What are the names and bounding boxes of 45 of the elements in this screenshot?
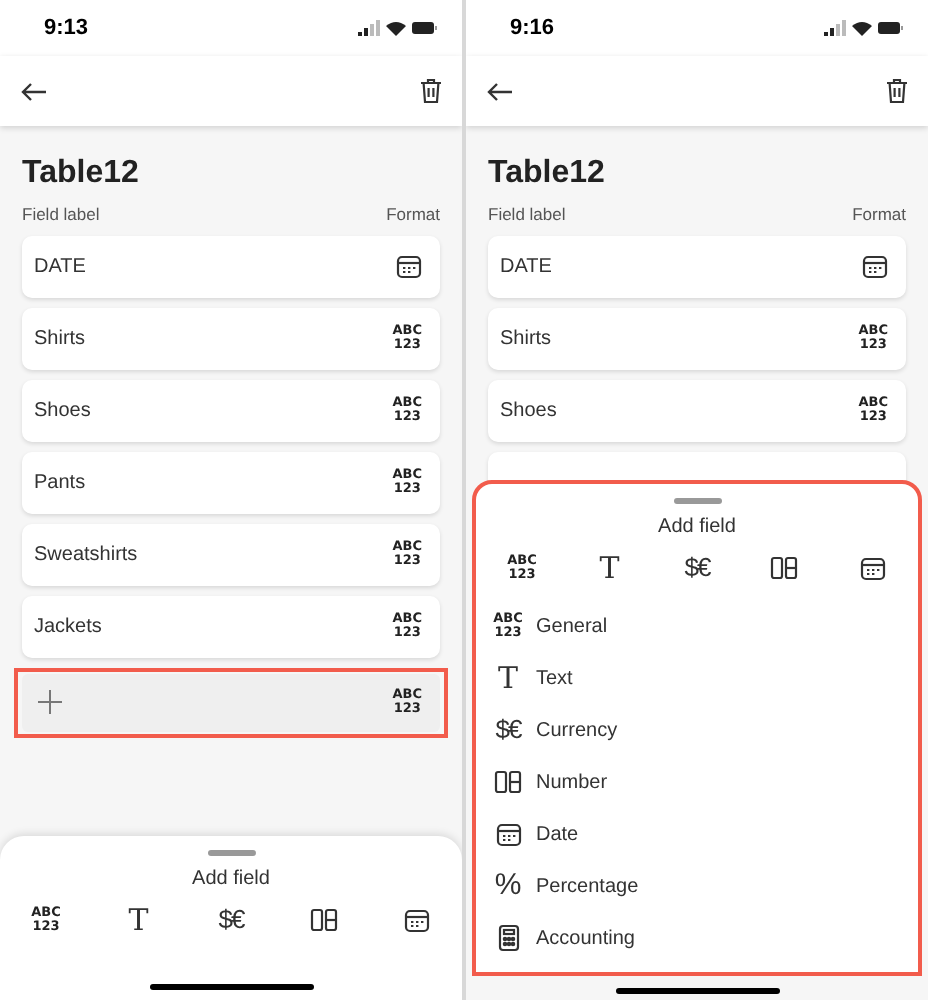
table-title: Table12 <box>22 154 141 194</box>
format-button[interactable]: T <box>591 552 628 584</box>
table-title: Table12 <box>488 154 607 194</box>
text-format-icon: T <box>599 552 620 584</box>
calendar-icon <box>495 821 521 847</box>
format-option[interactable]: Date <box>476 808 918 860</box>
digits-icon <box>770 556 799 580</box>
text-format-icon: T <box>497 662 518 694</box>
calendar-icon <box>403 907 429 933</box>
status-time: 9:16 <box>510 13 555 44</box>
plus-icon <box>38 690 62 715</box>
calculator-icon <box>497 924 519 952</box>
column-label: Format <box>852 202 906 228</box>
format-option[interactable]: Number <box>476 756 918 808</box>
calendar-icon <box>396 253 422 280</box>
calendar-icon <box>859 555 885 581</box>
format-option[interactable]: T Text <box>476 652 918 704</box>
trash-icon[interactable] <box>886 78 908 104</box>
status-icons <box>358 20 438 36</box>
column-label: Format <box>386 202 440 228</box>
format-button[interactable] <box>766 552 803 584</box>
calendar-icon <box>862 253 888 280</box>
text-format-icon: T <box>128 904 149 936</box>
back-arrow-icon[interactable] <box>486 81 514 101</box>
digits-icon <box>494 770 522 794</box>
format-option[interactable]: % Percentage <box>476 860 918 912</box>
percent-icon: % <box>494 870 522 902</box>
format-option[interactable]: Accounting <box>476 912 918 964</box>
column-label: Field label <box>22 202 100 228</box>
digits-icon <box>309 908 338 932</box>
format-button[interactable]: T <box>120 904 157 936</box>
format-option[interactable]: $€ Currency <box>476 704 918 756</box>
sheet-title: Add field <box>192 866 270 894</box>
sheet-title: Add field <box>658 514 736 542</box>
status-icons <box>824 20 904 36</box>
status-time: 9:13 <box>44 13 89 44</box>
field-row[interactable]: DATE <box>488 235 906 298</box>
field-row[interactable]: DATE <box>22 235 440 298</box>
column-label: Field label <box>488 202 566 228</box>
back-arrow-icon[interactable] <box>20 81 48 101</box>
sheet-handle[interactable] <box>207 850 255 856</box>
currency-icon: $€ <box>495 714 521 746</box>
trash-icon[interactable] <box>420 78 442 104</box>
sheet-handle[interactable] <box>673 498 721 504</box>
format-button[interactable] <box>305 904 342 936</box>
